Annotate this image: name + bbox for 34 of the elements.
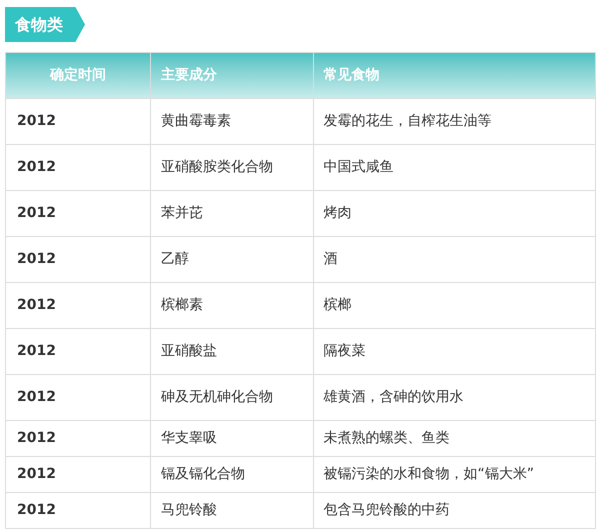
table-cell: 2012 (6, 98, 150, 144)
column-header: 确定时间 (6, 52, 150, 98)
table-cell: 烤肉 (313, 190, 596, 236)
table-cell: 华支睾吸 (150, 420, 313, 456)
table-cell: 苯并芘 (150, 190, 313, 236)
category-tag: 食物类 (5, 7, 85, 42)
table-cell: 槟榔 (313, 282, 596, 328)
table-cell: 2012 (6, 190, 150, 236)
table-cell: 中国式咸鱼 (313, 144, 596, 190)
table-cell: 酒 (313, 236, 596, 282)
column-header: 主要成分 (150, 52, 313, 98)
table-cell: 隔夜菜 (313, 328, 596, 374)
column-header: 常见食物 (313, 52, 596, 98)
table-cell: 2012 (6, 492, 150, 528)
table-cell: 包含马兜铃酸的中药 (313, 492, 596, 528)
table-cell: 未煮熟的螺类、鱼类 (313, 420, 596, 456)
table-cell: 乙醇 (150, 236, 313, 282)
table-cell: 砷及无机砷化合物 (150, 374, 313, 420)
table-cell: 被镉污染的水和食物，如“镉大米” (313, 456, 596, 492)
table-cell: 槟榔素 (150, 282, 313, 328)
table-cell: 马兜铃酸 (150, 492, 313, 528)
table-cell: 2012 (6, 456, 150, 492)
table-cell: 2012 (6, 328, 150, 374)
table-cell: 雄黄酒，含砷的饮用水 (313, 374, 596, 420)
table-cell: 2012 (6, 374, 150, 420)
table-cell: 2012 (6, 236, 150, 282)
table-cell: 镉及镉化合物 (150, 456, 313, 492)
table-cell: 亚硝酸胺类化合物 (150, 144, 313, 190)
table-cell: 2012 (6, 282, 150, 328)
table-cell: 发霉的花生，自榨花生油等 (313, 98, 596, 144)
table-cell: 亚硝酸盐 (150, 328, 313, 374)
table-cell: 2012 (6, 144, 150, 190)
table-cell: 2012 (6, 420, 150, 456)
table-cell: 黄曲霉毒素 (150, 98, 313, 144)
